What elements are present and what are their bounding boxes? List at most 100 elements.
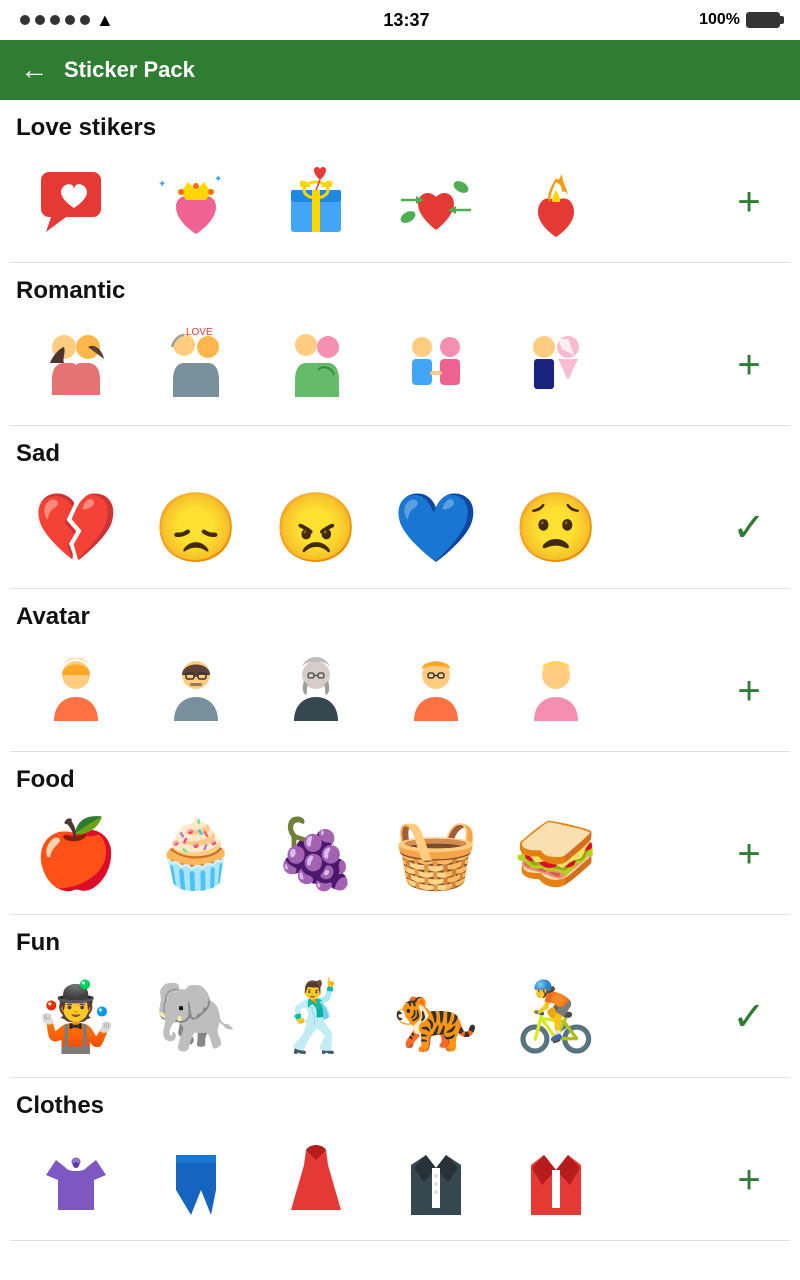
- check-icon-fun[interactable]: ✓: [732, 994, 766, 1040]
- emoji-cyclist: 🚴: [514, 983, 599, 1051]
- header-title: Sticker Pack: [64, 57, 195, 83]
- sticker-sad-5[interactable]: 😟: [496, 478, 616, 578]
- svg-text:LOVE: LOVE: [186, 327, 213, 338]
- sticker-fun-elephant[interactable]: 🐘: [136, 967, 256, 1067]
- plus-icon-romantic[interactable]: +: [737, 343, 760, 388]
- sticker-fun-cyclist[interactable]: 🚴: [496, 967, 616, 1067]
- section-avatar: Avatar: [10, 589, 790, 752]
- section-title-sad: Sad: [16, 440, 784, 468]
- sticker-love-chat[interactable]: [16, 152, 136, 252]
- emoji-cupcake: 🧁: [154, 820, 239, 888]
- status-time: 13:37: [383, 10, 429, 31]
- section-title-clothes: Clothes: [16, 1092, 784, 1120]
- sticker-romantic-3[interactable]: [256, 315, 376, 415]
- sticker-clothes-shirt[interactable]: [16, 1130, 136, 1230]
- section-sad: Sad 💔 😞 😠 💙 😟 ✓: [10, 426, 790, 589]
- emoji-sad-face2: 😟: [514, 494, 599, 562]
- sticker-avatar-4[interactable]: [376, 641, 496, 741]
- sticker-romantic-1[interactable]: [16, 315, 136, 415]
- emoji-tiger: 🐅: [394, 983, 479, 1051]
- sticker-row-fun: 🤹 🐘 🕺 🐅 🚴 ✓: [16, 967, 784, 1067]
- emoji-apple: 🍎: [34, 820, 119, 888]
- sticker-row-avatar: +: [16, 641, 784, 741]
- sticker-sad-4[interactable]: 💙: [376, 478, 496, 578]
- emoji-sandwich: 🥪: [514, 820, 599, 888]
- sticker-sad-1[interactable]: 💔: [16, 478, 136, 578]
- sticker-fun-clown[interactable]: 🤹: [16, 967, 136, 1067]
- status-bar: ▲ 13:37 100%: [0, 0, 800, 40]
- sticker-fun-dancer[interactable]: 🕺: [256, 967, 376, 1067]
- status-left: ▲: [20, 10, 114, 31]
- battery-icon: [746, 12, 780, 28]
- plus-icon-clothes[interactable]: +: [737, 1158, 760, 1203]
- sticker-love-flame[interactable]: [496, 152, 616, 252]
- fun-action[interactable]: ✓: [714, 994, 784, 1040]
- sticker-sad-3[interactable]: 😠: [256, 478, 376, 578]
- section-title-fun: Fun: [16, 929, 784, 957]
- sticker-food-cupcake[interactable]: 🧁: [136, 804, 256, 904]
- sticker-food-apple[interactable]: 🍎: [16, 804, 136, 904]
- section-title-avatar: Avatar: [16, 603, 784, 631]
- emoji-blue-heart: 💙: [394, 494, 479, 562]
- svg-text:✦: ✦: [214, 174, 222, 185]
- sticker-love-crown[interactable]: ✦ ✦: [136, 152, 256, 252]
- plus-icon-food[interactable]: +: [737, 832, 760, 877]
- sticker-avatar-3[interactable]: [256, 641, 376, 741]
- sticker-clothes-suit[interactable]: [376, 1130, 496, 1230]
- section-love: Love stikers ✦: [10, 100, 790, 263]
- signal-dots: [20, 15, 90, 25]
- sticker-fun-tiger[interactable]: 🐅: [376, 967, 496, 1067]
- sad-action[interactable]: ✓: [714, 505, 784, 551]
- section-title-love: Love stikers: [16, 114, 784, 142]
- emoji-angry-face: 😠: [274, 494, 359, 562]
- romantic-action[interactable]: +: [714, 343, 784, 388]
- sticker-love-gift[interactable]: [256, 152, 376, 252]
- emoji-elephant: 🐘: [154, 983, 239, 1051]
- plus-icon-avatar[interactable]: +: [737, 669, 760, 714]
- emoji-grapes: 🍇: [274, 820, 359, 888]
- love-action[interactable]: +: [714, 180, 784, 225]
- sticker-romantic-2[interactable]: LOVE: [136, 315, 256, 415]
- sticker-avatar-2[interactable]: [136, 641, 256, 741]
- battery-percent: 100%: [699, 11, 740, 29]
- wifi-icon: ▲: [96, 10, 114, 31]
- sticker-food-sandwich[interactable]: 🥪: [496, 804, 616, 904]
- avatar-action[interactable]: +: [714, 669, 784, 714]
- sticker-clothes-dress[interactable]: [256, 1130, 376, 1230]
- sticker-row-love: ✦ ✦: [16, 152, 784, 252]
- emoji-sad-face: 😞: [154, 494, 239, 562]
- emoji-dancer: 🕺: [274, 983, 359, 1051]
- section-title-food: Food: [16, 766, 784, 794]
- svg-text:✦: ✦: [158, 179, 166, 190]
- app-header: ← Sticker Pack: [0, 40, 800, 100]
- plus-icon-love[interactable]: +: [737, 180, 760, 225]
- section-clothes: Clothes: [10, 1078, 790, 1241]
- section-title-romantic: Romantic: [16, 277, 784, 305]
- emoji-sad-heart: 💔: [34, 494, 119, 562]
- sticker-romantic-5[interactable]: [496, 315, 616, 415]
- sticker-avatar-5[interactable]: [496, 641, 616, 741]
- sticker-row-romantic: LOVE: [16, 315, 784, 415]
- clothes-action[interactable]: +: [714, 1158, 784, 1203]
- check-icon-sad[interactable]: ✓: [732, 505, 766, 551]
- emoji-clown: 🤹: [34, 983, 119, 1051]
- section-food: Food 🍎 🧁 🍇 🧺 🥪 +: [10, 752, 790, 915]
- status-right: 100%: [699, 11, 780, 29]
- sticker-clothes-jacket[interactable]: [496, 1130, 616, 1230]
- sticker-sad-2[interactable]: 😞: [136, 478, 256, 578]
- emoji-basket: 🧺: [394, 820, 479, 888]
- section-fun: Fun 🤹 🐘 🕺 🐅 🚴 ✓: [10, 915, 790, 1078]
- sticker-row-sad: 💔 😞 😠 💙 😟 ✓: [16, 478, 784, 578]
- sticker-row-clothes: +: [16, 1130, 784, 1230]
- food-action[interactable]: +: [714, 832, 784, 877]
- sticker-romantic-4[interactable]: [376, 315, 496, 415]
- sticker-food-grapes[interactable]: 🍇: [256, 804, 376, 904]
- sticker-row-food: 🍎 🧁 🍇 🧺 🥪 +: [16, 804, 784, 904]
- sticker-food-basket[interactable]: 🧺: [376, 804, 496, 904]
- back-button[interactable]: ←: [20, 54, 48, 86]
- section-romantic: Romantic LOVE: [10, 263, 790, 426]
- main-content: Love stikers ✦: [0, 100, 800, 1241]
- sticker-avatar-1[interactable]: [16, 641, 136, 741]
- sticker-love-arrows[interactable]: [376, 152, 496, 252]
- sticker-clothes-jeans[interactable]: [136, 1130, 256, 1230]
